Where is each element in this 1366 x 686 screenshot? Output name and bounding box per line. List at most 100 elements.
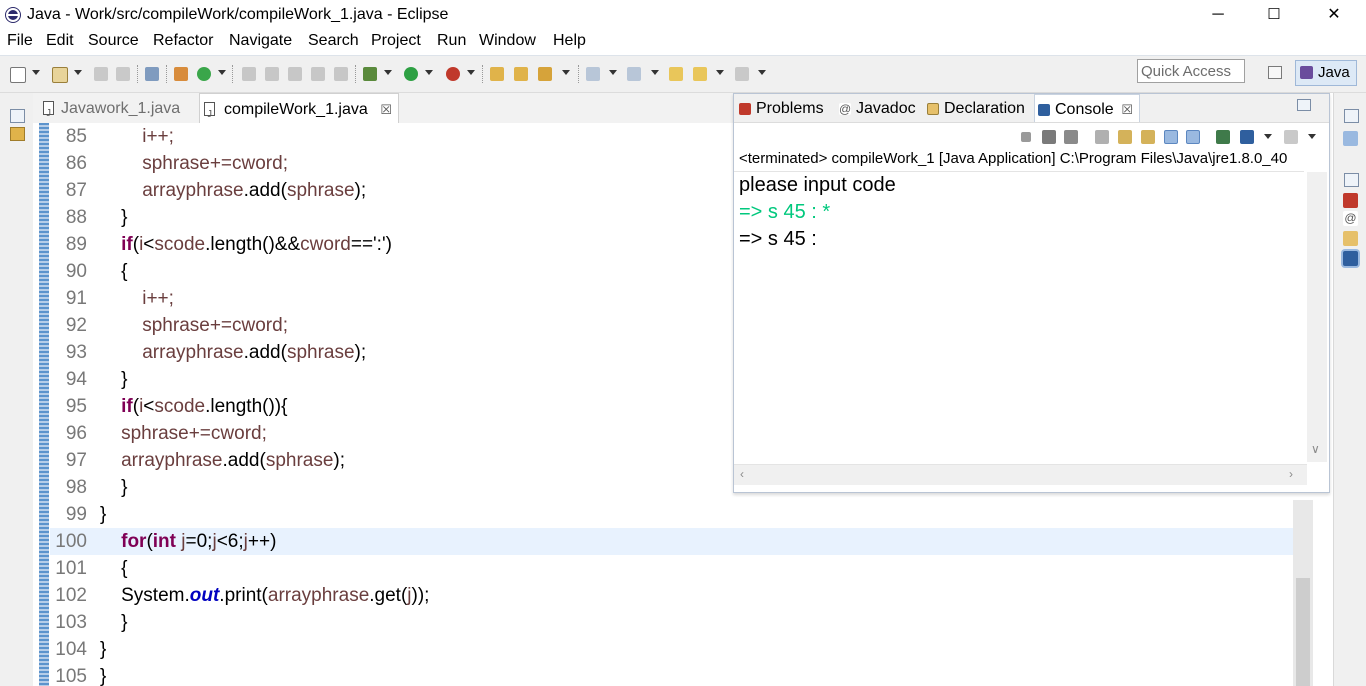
menu-run[interactable]: Run	[437, 32, 466, 50]
tab-console[interactable]: Console ☒	[1034, 94, 1140, 122]
open-task-icon[interactable]	[242, 67, 256, 81]
tab-label: Declaration	[944, 100, 1025, 117]
tab-javadoc[interactable]: @ Javadoc	[836, 94, 916, 122]
new-class-icon[interactable]	[197, 67, 211, 81]
quick-access-input[interactable]: Quick Access	[1137, 59, 1245, 83]
display-console-icon[interactable]	[1240, 130, 1254, 144]
chevron-down-icon[interactable]	[1308, 134, 1316, 139]
forward-icon[interactable]	[735, 67, 749, 81]
open-resource-icon[interactable]	[514, 67, 528, 81]
debug-icon[interactable]	[363, 67, 377, 81]
package-explorer-icon[interactable]	[10, 127, 25, 141]
menu-refactor[interactable]: Refactor	[153, 32, 213, 50]
code-line[interactable]: 102 System.out.print(arrayphrase.get(j))…	[50, 582, 1299, 609]
javadoc-icon[interactable]: @	[1343, 211, 1358, 226]
menu-project[interactable]: Project	[371, 32, 421, 50]
outline-icon[interactable]	[1343, 131, 1358, 146]
clear-console-icon[interactable]	[1095, 130, 1109, 144]
next-annotation-icon[interactable]	[586, 67, 600, 81]
tab-javawork-1[interactable]: Javawork_1.java	[39, 93, 180, 130]
menu-window[interactable]: Window	[479, 32, 536, 50]
chevron-down-icon[interactable]	[425, 70, 433, 75]
tab-compilework-1[interactable]: compileWork_1.java ☒	[199, 93, 399, 131]
open-type-icon[interactable]	[52, 67, 68, 83]
chevron-down-icon[interactable]	[74, 70, 82, 75]
word-wrap-icon[interactable]	[1141, 130, 1155, 144]
tab-declaration[interactable]: Declaration	[924, 94, 1025, 122]
code-token: {	[100, 261, 128, 282]
scroll-lock-icon[interactable]	[1118, 130, 1132, 144]
chevron-down-icon[interactable]	[384, 70, 392, 75]
chevron-down-icon[interactable]	[562, 70, 570, 75]
back-icon[interactable]	[693, 67, 707, 81]
declaration-icon[interactable]	[1343, 231, 1358, 246]
search-icon[interactable]	[538, 67, 552, 81]
minimize-button[interactable]: ─	[1195, 0, 1241, 30]
line-number: 101	[55, 558, 87, 579]
code-line[interactable]: 103 }	[50, 609, 1299, 636]
minimize-view-icon[interactable]	[1297, 99, 1311, 111]
chevron-down-icon[interactable]	[467, 70, 475, 75]
edit-icon[interactable]	[265, 67, 279, 81]
chevron-down-icon[interactable]	[218, 70, 226, 75]
code-line[interactable]: 105}	[50, 663, 1299, 686]
remove-all-launches-icon[interactable]	[1064, 130, 1078, 144]
open-console-icon[interactable]	[1284, 130, 1298, 144]
java-perspective-button[interactable]: Java	[1295, 60, 1357, 86]
menu-source[interactable]: Source	[88, 32, 139, 50]
block-selection-icon[interactable]	[334, 67, 348, 81]
skip-breakpoints-icon[interactable]	[145, 67, 159, 81]
chevron-down-icon[interactable]: ∨	[1311, 442, 1320, 456]
chevron-right-icon[interactable]: ›	[1289, 467, 1293, 481]
menu-search[interactable]: Search	[308, 32, 359, 50]
close-button[interactable]: ✕	[1311, 0, 1357, 30]
code-line[interactable]: 101 {	[50, 555, 1299, 582]
editor-vertical-scrollbar[interactable]	[1293, 500, 1313, 686]
close-icon[interactable]: ☒	[380, 94, 392, 126]
annotation-icon[interactable]	[288, 67, 302, 81]
console-icon[interactable]	[1343, 251, 1358, 266]
new-icon[interactable]	[10, 67, 26, 83]
external-tools-icon[interactable]	[446, 67, 460, 81]
tab-problems[interactable]: Problems	[736, 94, 824, 122]
chevron-down-icon[interactable]	[758, 70, 766, 75]
scrollbar-thumb[interactable]	[1296, 578, 1310, 686]
code-line[interactable]: 99}	[50, 501, 1299, 528]
restore-icon[interactable]	[10, 109, 25, 123]
chevron-down-icon[interactable]	[32, 70, 40, 75]
code-text: arrayphrase.add(sphrase);	[100, 339, 366, 366]
new-java-project-icon[interactable]	[174, 67, 188, 81]
run-icon[interactable]	[404, 67, 418, 81]
menu-file[interactable]: File	[7, 32, 33, 50]
save-all-icon[interactable]	[116, 67, 130, 81]
pin-console-icon[interactable]	[1216, 130, 1230, 144]
open-folder-icon[interactable]	[490, 67, 504, 81]
console-horizontal-scrollbar[interactable]: ‹ ›	[734, 464, 1307, 485]
chevron-down-icon[interactable]	[651, 70, 659, 75]
show-on-stdout-icon[interactable]	[1164, 130, 1178, 144]
last-edit-icon[interactable]	[669, 67, 683, 81]
terminate-icon[interactable]	[1021, 132, 1031, 142]
show-on-stderr-icon[interactable]	[1186, 130, 1200, 144]
menu-help[interactable]: Help	[553, 32, 586, 50]
restore-icon[interactable]	[1344, 173, 1359, 187]
problems-icon[interactable]	[1343, 193, 1358, 208]
chevron-down-icon[interactable]	[1264, 134, 1272, 139]
close-icon[interactable]: ☒	[1121, 95, 1133, 125]
maximize-button[interactable]: ☐	[1251, 0, 1297, 30]
toggle-mark-icon[interactable]	[311, 67, 325, 81]
restore-icon[interactable]	[1344, 109, 1359, 123]
menu-navigate[interactable]: Navigate	[229, 32, 292, 50]
open-perspective-icon[interactable]	[1266, 63, 1284, 81]
chevron-left-icon[interactable]: ‹	[740, 467, 744, 481]
console-output[interactable]: please input code => s 45 : * => s 45 :	[734, 171, 1304, 462]
remove-launch-icon[interactable]	[1042, 130, 1056, 144]
console-vertical-scrollbar[interactable]: ∨	[1307, 172, 1327, 462]
previous-annotation-icon[interactable]	[627, 67, 641, 81]
chevron-down-icon[interactable]	[609, 70, 617, 75]
code-line[interactable]: 104}	[50, 636, 1299, 663]
menu-edit[interactable]: Edit	[46, 32, 74, 50]
chevron-down-icon[interactable]	[716, 70, 724, 75]
code-line[interactable]: 100 for(int j=0;j<6;j++)	[50, 528, 1299, 555]
save-icon[interactable]	[94, 67, 108, 81]
